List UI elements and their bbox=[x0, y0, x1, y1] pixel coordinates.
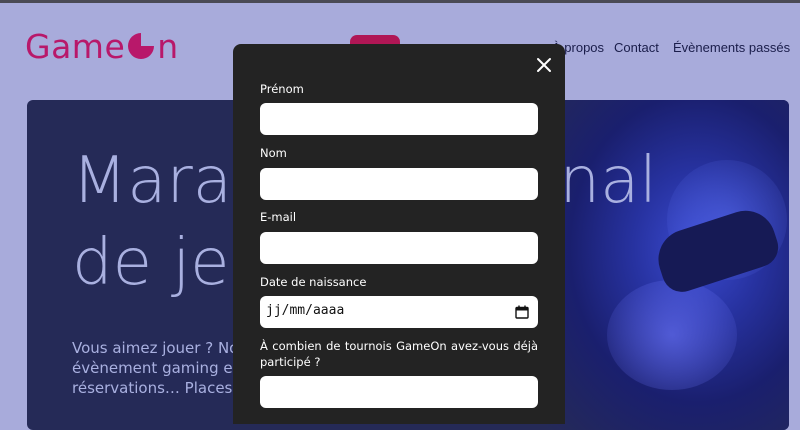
email-label: E-mail bbox=[260, 210, 297, 224]
birthdate-input[interactable]: jj/mm/aaaa bbox=[260, 296, 538, 328]
gameon-logo[interactable]: Game n bbox=[25, 26, 179, 66]
window-top-border bbox=[0, 0, 800, 3]
email-input[interactable] bbox=[260, 232, 538, 264]
signup-modal: Prénom Nom E-mail Date de naissance jj/m… bbox=[233, 44, 565, 424]
tournaments-label: À combien de tournois GameOn avez-vous d… bbox=[260, 339, 538, 369]
first-name-label: Prénom bbox=[260, 82, 304, 96]
close-icon[interactable] bbox=[535, 56, 553, 74]
birthdate-label: Date de naissance bbox=[260, 275, 367, 289]
logo-text-game: Game bbox=[25, 26, 126, 66]
last-name-label: Nom bbox=[260, 146, 287, 160]
calendar-icon[interactable] bbox=[515, 305, 529, 319]
logo-o-icon bbox=[126, 31, 156, 61]
nav-item-evenements-passes[interactable]: Évènements passés bbox=[673, 40, 790, 55]
tournaments-input[interactable] bbox=[260, 376, 538, 408]
nav-item-accueil-active[interactable] bbox=[350, 35, 400, 44]
birthdate-placeholder: jj/mm/aaaa bbox=[266, 303, 345, 318]
nav-item-contact[interactable]: Contact bbox=[614, 40, 659, 55]
logo-text-n: n bbox=[157, 26, 179, 66]
first-name-input[interactable] bbox=[260, 103, 538, 135]
last-name-input[interactable] bbox=[260, 168, 538, 200]
